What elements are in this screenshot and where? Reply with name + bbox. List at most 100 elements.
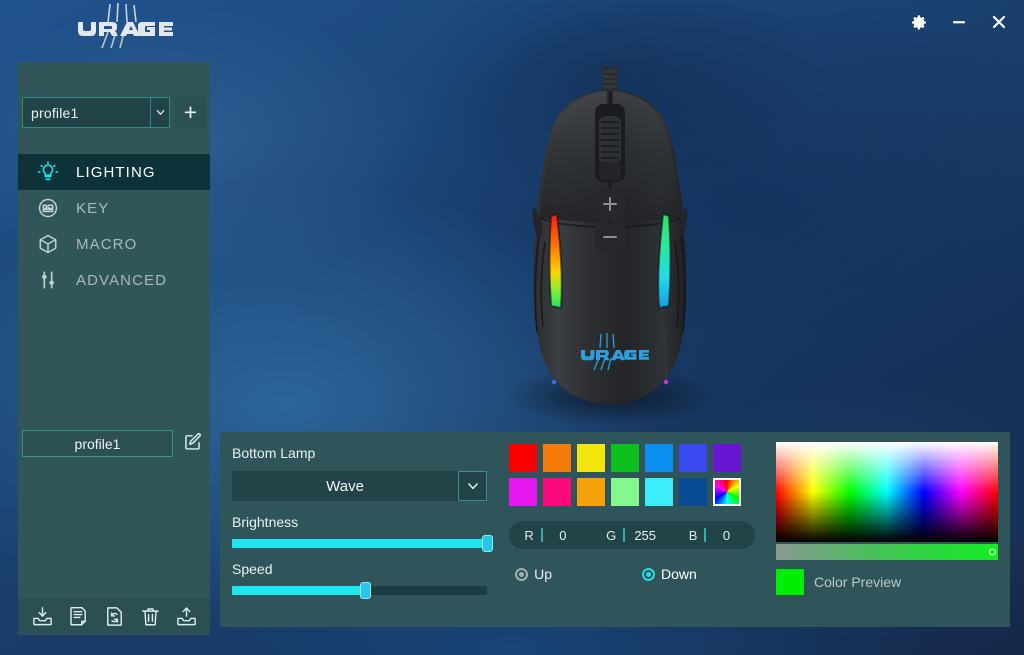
chevron-down-icon [458,471,488,501]
rgb-green-value: 255 [634,527,657,543]
sidebar-toolbar [18,598,210,635]
rgb-green-label: G [606,527,617,543]
rgb-red-value: 0 [559,527,567,543]
effect-controls-column: Bottom Lamp Wave Brightness Speed [220,432,501,627]
color-preview-swatch [776,569,804,595]
swatch-row-2 [509,478,766,506]
brightness-slider-knob[interactable] [482,535,494,552]
divider [540,528,543,542]
rainbow-swatch[interactable] [713,478,742,506]
active-profile-row: profile1 [22,430,206,457]
direction-label-up: Up [534,566,553,582]
color-swatch[interactable] [577,478,606,506]
color-swatch[interactable] [679,478,708,506]
color-picker-field[interactable] [776,442,998,542]
color-swatch[interactable] [645,478,674,506]
color-preview-label: Color Preview [814,574,902,590]
color-swatch[interactable] [577,444,606,472]
profile-select[interactable]: profile1 [22,97,170,128]
color-swatch[interactable] [645,444,674,472]
profile-selector-row: profile1 + [22,97,206,128]
sidebar-item-advanced[interactable]: ADVANCED [18,262,210,298]
color-swatch[interactable] [679,444,708,472]
chevron-down-icon [150,98,169,127]
window-controls [902,6,1016,38]
urage-logo [58,2,186,49]
color-swatch[interactable] [713,444,742,472]
rgb-red-label: R [524,527,534,543]
sliders-icon [36,268,60,292]
import-tray-icon[interactable] [29,604,55,630]
edit-profile-button[interactable] [179,430,206,457]
color-saturation-bar[interactable] [776,544,998,560]
effect-select[interactable]: Wave [232,471,488,501]
sidebar-item-label: MACRO [76,235,138,253]
sidebar-nav: LIGHTING KEY MACRO ADVANCED [18,154,210,298]
sidebar-item-label: LIGHTING [76,163,156,181]
zone-label: Bottom Lamp [232,445,316,461]
device-preview-mouse [495,64,725,426]
title-bar [0,0,1024,49]
direction-radio-up[interactable]: Up [515,566,552,582]
close-button[interactable] [982,6,1016,38]
sidebar-item-macro[interactable]: MACRO [18,226,210,262]
minimize-button[interactable] [942,6,976,38]
divider [704,528,707,542]
sidebar-top-spacer [18,62,210,97]
brightness-slider-fill [232,539,488,548]
color-swatch[interactable] [509,478,538,506]
plus-icon: + [183,99,198,125]
export-tray-icon[interactable] [173,604,199,630]
rgb-green-cell[interactable]: G 255 [591,528,673,543]
color-swatch[interactable] [543,444,572,472]
brightness-slider[interactable] [232,535,494,552]
refresh-document-icon[interactable] [101,604,127,630]
color-swatch[interactable] [543,478,572,506]
color-picker-column: Color Preview [766,432,1010,627]
sidebar: profile1 + LIGHTING KEY MACRO ADVANCED p… [18,62,210,635]
sidebar-flex-spacer [18,298,210,430]
cube-icon [36,232,60,256]
direction-radio-group: Up Down [509,566,766,582]
direction-label-down: Down [661,566,697,582]
active-profile-label: profile1 [74,435,121,452]
speed-slider[interactable] [232,582,488,599]
add-profile-button[interactable]: + [175,97,206,128]
divider [623,528,626,542]
trash-icon[interactable] [137,604,163,630]
effect-select-value: Wave [326,477,364,495]
settings-button[interactable] [902,6,936,38]
speed-slider-knob[interactable] [359,582,371,599]
color-swatch-column: R 0 G 255 B 0 Up Down [501,432,766,627]
saturation-knob[interactable] [989,548,996,556]
color-swatches [501,444,766,506]
radio-dot-icon [642,567,656,581]
color-swatch[interactable] [509,444,538,472]
sidebar-item-label: ADVANCED [76,271,168,289]
lighting-settings-panel: Bottom Lamp Wave Brightness Speed R 0 G … [220,432,1010,627]
direction-radio-down[interactable]: Down [642,566,697,582]
profile-select-value: profile1 [31,104,79,121]
color-swatch[interactable] [611,478,640,506]
sidebar-item-lighting[interactable]: LIGHTING [18,154,210,190]
rgb-blue-cell[interactable]: B 0 [673,528,755,543]
active-profile-name[interactable]: profile1 [22,430,173,457]
keypad-icon [36,196,60,220]
speed-slider-fill [232,586,365,595]
rgb-input-group: R 0 G 255 B 0 [509,521,756,549]
swatch-row-1 [509,444,766,472]
color-preview-row: Color Preview [776,569,998,595]
sidebar-item-key[interactable]: KEY [18,190,210,226]
speed-label: Speed [232,561,273,577]
radio-dot-icon [515,567,529,581]
profile-list-area [18,457,210,598]
lightbulb-icon [36,160,60,184]
rgb-blue-value: 0 [722,527,731,543]
color-swatch[interactable] [611,444,640,472]
rgb-red-cell[interactable]: R 0 [509,528,591,543]
document-icon[interactable] [65,604,91,630]
rgb-blue-label: B [688,527,698,543]
pencil-edit-icon [182,431,203,457]
sidebar-item-label: KEY [76,199,110,217]
